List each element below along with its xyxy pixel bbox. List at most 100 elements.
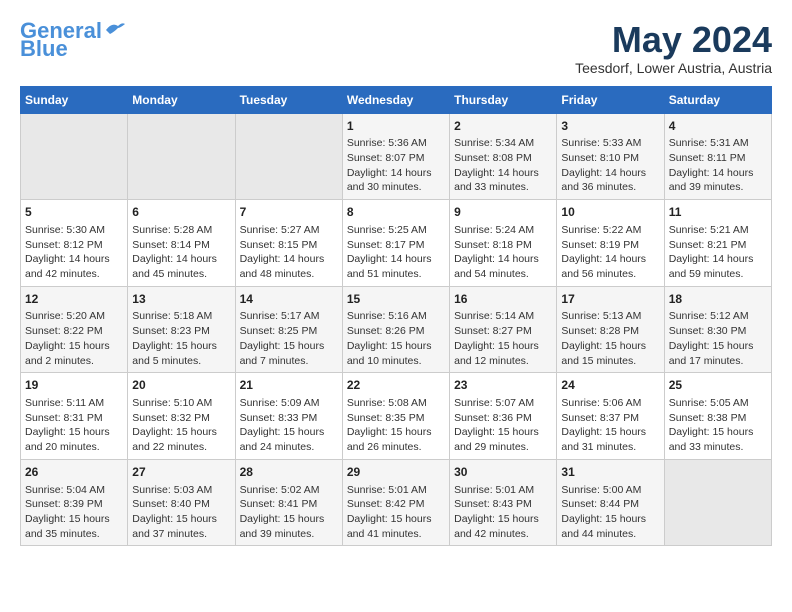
day-number: 7	[240, 204, 338, 221]
calendar-cell: 24 Sunrise: 5:06 AMSunset: 8:37 PMDayligh…	[557, 373, 664, 460]
day-number: 28	[240, 464, 338, 481]
day-number: 27	[132, 464, 230, 481]
day-number: 1	[347, 118, 445, 135]
cell-sun-info: Sunrise: 5:31 AMSunset: 8:11 PMDaylight:…	[669, 136, 767, 195]
cell-sun-info: Sunrise: 5:12 AMSunset: 8:30 PMDaylight:…	[669, 309, 767, 368]
cell-sun-info: Sunrise: 5:08 AMSunset: 8:35 PMDaylight:…	[347, 396, 445, 455]
calendar-cell: 18Sunrise: 5:12 AMSunset: 8:30 PMDayligh…	[664, 286, 771, 373]
cell-sun-info: Sunrise: 5:16 AMSunset: 8:26 PMDaylight:…	[347, 309, 445, 368]
weekday-header-saturday: Saturday	[664, 86, 771, 113]
cell-sun-info: Sunrise: 5:27 AMSunset: 8:15 PMDaylight:…	[240, 223, 338, 282]
calendar-week-row: 1Sunrise: 5:36 AMSunset: 8:07 PMDaylight…	[21, 113, 772, 200]
cell-sun-info: Sunrise: 5:11 AMSunset: 8:31 PMDaylight:…	[25, 396, 123, 455]
day-number: 22	[347, 377, 445, 394]
cell-sun-info: Sunrise: 5:33 AMSunset: 8:10 PMDaylight:…	[561, 136, 659, 195]
cell-sun-info: Sunrise: 5:04 AMSunset: 8:39 PMDaylight:…	[25, 483, 123, 542]
calendar-cell: 30Sunrise: 5:01 AMSunset: 8:43 PMDayligh…	[450, 459, 557, 546]
calendar-cell: 15Sunrise: 5:16 AMSunset: 8:26 PMDayligh…	[342, 286, 449, 373]
weekday-header-monday: Monday	[128, 86, 235, 113]
calendar-week-row: 12Sunrise: 5:20 AMSunset: 8:22 PMDayligh…	[21, 286, 772, 373]
cell-sun-info: Sunrise: 5:13 AMSunset: 8:28 PMDaylight:…	[561, 309, 659, 368]
cell-sun-info: Sunrise: 5:28 AMSunset: 8:14 PMDaylight:…	[132, 223, 230, 282]
calendar-cell: 8 Sunrise: 5:25 AMSunset: 8:17 PMDaylight…	[342, 200, 449, 287]
cell-sun-info: Sunrise: 5:01 AMSunset: 8:42 PMDaylight:…	[347, 483, 445, 542]
cell-sun-info: Sunrise: 5:22 AMSunset: 8:19 PMDaylight:…	[561, 223, 659, 282]
calendar-cell: 12Sunrise: 5:20 AMSunset: 8:22 PMDayligh…	[21, 286, 128, 373]
day-number: 15	[347, 291, 445, 308]
day-number: 10	[561, 204, 659, 221]
cell-sun-info: Sunrise: 5:18 AMSunset: 8:23 PMDaylight:…	[132, 309, 230, 368]
calendar-cell: 29Sunrise: 5:01 AMSunset: 8:42 PMDayligh…	[342, 459, 449, 546]
calendar-cell: 22 Sunrise: 5:08 AMSunset: 8:35 PMDayligh…	[342, 373, 449, 460]
day-number: 21	[240, 377, 338, 394]
cell-sun-info: Sunrise: 5:14 AMSunset: 8:27 PMDaylight:…	[454, 309, 552, 368]
cell-sun-info: Sunrise: 5:10 AMSunset: 8:32 PMDaylight:…	[132, 396, 230, 455]
calendar-cell: 14Sunrise: 5:17 AMSunset: 8:25 PMDayligh…	[235, 286, 342, 373]
title-block: May 2024 Teesdorf, Lower Austria, Austri…	[575, 20, 772, 76]
calendar-cell: 25 Sunrise: 5:05 AMSunset: 8:38 PMDayligh…	[664, 373, 771, 460]
cell-sun-info: Sunrise: 5:34 AMSunset: 8:08 PMDaylight:…	[454, 136, 552, 195]
cell-sun-info: Sunrise: 5:36 AMSunset: 8:07 PMDaylight:…	[347, 136, 445, 195]
calendar-cell: 1Sunrise: 5:36 AMSunset: 8:07 PMDaylight…	[342, 113, 449, 200]
cell-sun-info: Sunrise: 5:30 AMSunset: 8:12 PMDaylight:…	[25, 223, 123, 282]
cell-sun-info: Sunrise: 5:24 AMSunset: 8:18 PMDaylight:…	[454, 223, 552, 282]
cell-sun-info: Sunrise: 5:02 AMSunset: 8:41 PMDaylight:…	[240, 483, 338, 542]
calendar-cell: 23 Sunrise: 5:07 AMSunset: 8:36 PMDayligh…	[450, 373, 557, 460]
calendar-cell	[128, 113, 235, 200]
calendar-cell: 16Sunrise: 5:14 AMSunset: 8:27 PMDayligh…	[450, 286, 557, 373]
day-number: 5	[25, 204, 123, 221]
logo: General Blue	[20, 20, 126, 60]
calendar-cell: 13Sunrise: 5:18 AMSunset: 8:23 PMDayligh…	[128, 286, 235, 373]
calendar-cell: 6 Sunrise: 5:28 AMSunset: 8:14 PMDaylight…	[128, 200, 235, 287]
day-number: 17	[561, 291, 659, 308]
calendar-week-row: 19 Sunrise: 5:11 AMSunset: 8:31 PMDayligh…	[21, 373, 772, 460]
day-number: 25	[669, 377, 767, 394]
calendar-cell: 27Sunrise: 5:03 AMSunset: 8:40 PMDayligh…	[128, 459, 235, 546]
calendar-cell: 28 Sunrise: 5:02 AMSunset: 8:41 PMDayligh…	[235, 459, 342, 546]
weekday-header-wednesday: Wednesday	[342, 86, 449, 113]
calendar-cell: 26 Sunrise: 5:04 AMSunset: 8:39 PMDayligh…	[21, 459, 128, 546]
cell-sun-info: Sunrise: 5:25 AMSunset: 8:17 PMDaylight:…	[347, 223, 445, 282]
day-number: 12	[25, 291, 123, 308]
page-header: General Blue May 2024 Teesdorf, Lower Au…	[20, 20, 772, 76]
weekday-header-friday: Friday	[557, 86, 664, 113]
calendar-cell: 17Sunrise: 5:13 AMSunset: 8:28 PMDayligh…	[557, 286, 664, 373]
calendar-cell: 9 Sunrise: 5:24 AMSunset: 8:18 PMDaylight…	[450, 200, 557, 287]
day-number: 8	[347, 204, 445, 221]
calendar-cell	[664, 459, 771, 546]
day-number: 4	[669, 118, 767, 135]
calendar-cell	[21, 113, 128, 200]
cell-sun-info: Sunrise: 5:17 AMSunset: 8:25 PMDaylight:…	[240, 309, 338, 368]
day-number: 13	[132, 291, 230, 308]
day-number: 19	[25, 377, 123, 394]
weekday-header-tuesday: Tuesday	[235, 86, 342, 113]
calendar-cell: 31 Sunrise: 5:00 AMSunset: 8:44 PMDayligh…	[557, 459, 664, 546]
cell-sun-info: Sunrise: 5:06 AMSunset: 8:37 PMDaylight:…	[561, 396, 659, 455]
day-number: 16	[454, 291, 552, 308]
logo-blue: Blue	[20, 38, 68, 60]
day-number: 24	[561, 377, 659, 394]
weekday-header-sunday: Sunday	[21, 86, 128, 113]
day-number: 3	[561, 118, 659, 135]
cell-sun-info: Sunrise: 5:20 AMSunset: 8:22 PMDaylight:…	[25, 309, 123, 368]
day-number: 23	[454, 377, 552, 394]
day-number: 31	[561, 464, 659, 481]
calendar-cell: 2Sunrise: 5:34 AMSunset: 8:08 PMDaylight…	[450, 113, 557, 200]
calendar-cell: 4Sunrise: 5:31 AMSunset: 8:11 PMDaylight…	[664, 113, 771, 200]
calendar-cell	[235, 113, 342, 200]
calendar-week-row: 5 Sunrise: 5:30 AMSunset: 8:12 PMDaylight…	[21, 200, 772, 287]
calendar-cell: 11Sunrise: 5:21 AMSunset: 8:21 PMDayligh…	[664, 200, 771, 287]
day-number: 9	[454, 204, 552, 221]
cell-sun-info: Sunrise: 5:21 AMSunset: 8:21 PMDaylight:…	[669, 223, 767, 282]
calendar-cell: 19 Sunrise: 5:11 AMSunset: 8:31 PMDayligh…	[21, 373, 128, 460]
cell-sun-info: Sunrise: 5:05 AMSunset: 8:38 PMDaylight:…	[669, 396, 767, 455]
calendar-week-row: 26 Sunrise: 5:04 AMSunset: 8:39 PMDayligh…	[21, 459, 772, 546]
calendar-cell: 5 Sunrise: 5:30 AMSunset: 8:12 PMDaylight…	[21, 200, 128, 287]
day-number: 20	[132, 377, 230, 394]
day-number: 26	[25, 464, 123, 481]
day-number: 6	[132, 204, 230, 221]
cell-sun-info: Sunrise: 5:07 AMSunset: 8:36 PMDaylight:…	[454, 396, 552, 455]
calendar-cell: 20 Sunrise: 5:10 AMSunset: 8:32 PMDayligh…	[128, 373, 235, 460]
cell-sun-info: Sunrise: 5:00 AMSunset: 8:44 PMDaylight:…	[561, 483, 659, 542]
calendar-cell: 21Sunrise: 5:09 AMSunset: 8:33 PMDayligh…	[235, 373, 342, 460]
